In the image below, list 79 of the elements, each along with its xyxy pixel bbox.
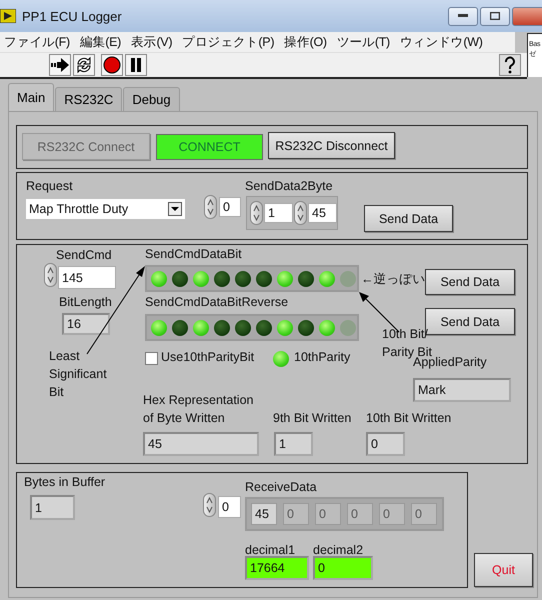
spin-button[interactable] bbox=[44, 263, 57, 287]
senddatabitreverse-label: SendCmdDataBitReverse bbox=[145, 295, 288, 309]
tab[interactable]: RS232C bbox=[55, 87, 122, 111]
spin-button[interactable] bbox=[203, 493, 216, 517]
pause-icon bbox=[130, 58, 142, 72]
annotation-text: Least Significant Bit bbox=[49, 348, 107, 401]
request-dropdown[interactable]: Map Throttle Duty bbox=[26, 199, 185, 219]
annotation-text: ←逆っぽい bbox=[361, 271, 426, 288]
array-cell: 0 bbox=[347, 503, 373, 525]
up-down-arrows-icon bbox=[206, 197, 215, 217]
index-field[interactable]: 0 bbox=[219, 197, 241, 217]
up-down-arrows-icon bbox=[296, 203, 305, 223]
app-icon bbox=[0, 9, 16, 23]
decimal1-label: decimal1 bbox=[245, 543, 296, 557]
ninth-bit-label: 9th Bit Written bbox=[273, 411, 352, 425]
maximize-button[interactable] bbox=[480, 6, 510, 26]
decimal2-field: 0 bbox=[313, 556, 373, 580]
tenth-bit-field: 0 bbox=[366, 432, 405, 456]
tab[interactable]: Main bbox=[8, 83, 54, 111]
array-cell: 0 bbox=[379, 503, 405, 525]
spin-button[interactable] bbox=[250, 201, 263, 225]
stop-icon bbox=[103, 56, 121, 74]
checkbox-label: Use10thParityBit bbox=[161, 350, 254, 364]
bytes-in-buffer-field: 1 bbox=[30, 495, 75, 520]
index-field[interactable]: 0 bbox=[218, 496, 241, 518]
send-data-button[interactable]: Send Data bbox=[425, 269, 515, 295]
bitlength-label: BitLength bbox=[59, 295, 112, 309]
disconnect-button[interactable]: RS232C Disconnect bbox=[268, 132, 395, 159]
checkbox[interactable] bbox=[145, 352, 158, 365]
up-down-arrows-icon bbox=[252, 203, 261, 223]
bytes-in-buffer-label: Bytes in Buffer bbox=[24, 475, 106, 489]
abort-button[interactable] bbox=[101, 54, 123, 76]
senddatabit-label: SendCmdDataBit bbox=[145, 247, 242, 261]
run-continuously-button[interactable] bbox=[73, 54, 95, 76]
question-mark-icon bbox=[503, 56, 517, 74]
cycle-arrows-icon bbox=[75, 56, 93, 74]
up-down-arrows-icon bbox=[46, 265, 55, 285]
menu-item[interactable]: 編集(E) bbox=[76, 34, 128, 50]
array-cell: 0 bbox=[283, 503, 309, 525]
connection-status-indicator: CONNECT bbox=[156, 134, 263, 160]
spin-button[interactable] bbox=[294, 201, 307, 225]
hex-label: Hex Representation of Byte Written bbox=[143, 392, 254, 427]
sendcmd-field[interactable]: 145 bbox=[58, 266, 116, 289]
maximize-icon bbox=[490, 12, 500, 20]
arrow-icon bbox=[51, 58, 69, 72]
spin-button[interactable] bbox=[204, 195, 217, 219]
decimal1-field: 17664 bbox=[245, 556, 309, 580]
ninth-bit-field: 1 bbox=[274, 432, 313, 456]
sendcmd-label: SendCmd bbox=[56, 248, 112, 262]
help-button[interactable] bbox=[499, 54, 521, 76]
array-cell: 0 bbox=[315, 503, 341, 525]
minimize-button[interactable] bbox=[448, 6, 478, 26]
caret-icon bbox=[168, 202, 182, 216]
minimize-icon bbox=[458, 14, 468, 18]
menu-item[interactable]: ファイル(F) bbox=[0, 34, 76, 50]
decimal2-label: decimal2 bbox=[313, 543, 364, 557]
receivedata-label: ReceiveData bbox=[245, 480, 317, 494]
window-title: PP1 ECU Logger bbox=[22, 8, 122, 24]
senddata2byte-label: SendData2Byte bbox=[245, 179, 333, 193]
menu-item[interactable]: 表示(V) bbox=[127, 34, 178, 50]
array-cell: 0 bbox=[411, 503, 437, 525]
menu-item[interactable]: 操作(O) bbox=[280, 34, 333, 50]
tenth-bit-label: 10th Bit Written bbox=[366, 411, 452, 425]
up-down-arrows-icon bbox=[205, 495, 214, 515]
appliedparity-field: Mark bbox=[413, 378, 511, 402]
array-cell: 45 bbox=[251, 503, 277, 525]
pause-button[interactable] bbox=[125, 54, 147, 76]
parity-label: 10thParity bbox=[294, 350, 350, 364]
numeric-field[interactable]: 45 bbox=[308, 203, 337, 223]
numeric-field[interactable]: 1 bbox=[264, 203, 293, 223]
run-button[interactable] bbox=[49, 54, 71, 76]
menu-item[interactable]: ウィンドウ(W) bbox=[396, 34, 489, 50]
send-data-button[interactable]: Send Data bbox=[364, 205, 453, 232]
menu-item[interactable]: ツール(T) bbox=[332, 34, 396, 50]
bitlength-field: 16 bbox=[62, 313, 110, 335]
hex-field: 45 bbox=[143, 432, 259, 456]
menu-item[interactable]: プロジェクト(P) bbox=[178, 34, 280, 50]
tab[interactable]: Debug bbox=[123, 87, 180, 111]
request-label: Request bbox=[26, 179, 73, 193]
